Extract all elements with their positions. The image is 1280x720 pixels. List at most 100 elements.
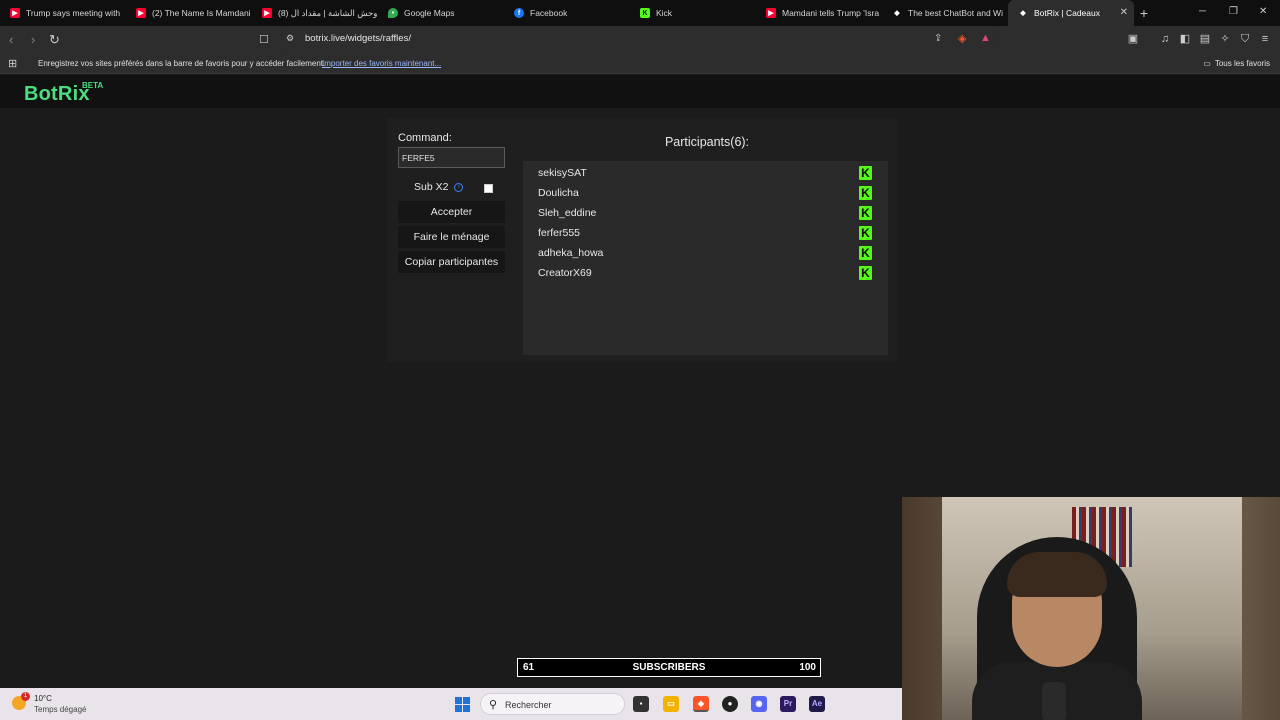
list-item[interactable]: sekisySAT K <box>538 164 873 182</box>
tab-4[interactable]: • Google Maps <box>378 0 504 26</box>
tab-title: The best ChatBot and Wi <box>908 8 1003 18</box>
info-icon[interactable]: i <box>454 182 464 192</box>
vpn-icon[interactable]: ⛉ <box>1239 33 1251 45</box>
participant-name: sekisySAT <box>538 167 587 179</box>
brave-browser-icon[interactable]: ◈ <box>693 696 709 712</box>
kick-icon: K <box>859 246 872 260</box>
list-item[interactable]: ferfer555 K <box>538 224 873 242</box>
reload-icon[interactable]: ↻ <box>49 32 60 48</box>
tab-6[interactable]: K Kick <box>630 0 756 26</box>
command-input[interactable] <box>398 147 505 168</box>
taskbar-search[interactable]: ⚲ Rechercher <box>480 693 625 715</box>
subscriber-goal-bar: SUBSCRIBERS 61 100 <box>517 658 821 677</box>
tab-7[interactable]: ▶ Mamdani tells Trump 'Isra <box>756 0 882 26</box>
close-icon[interactable]: ✕ <box>1120 7 1128 18</box>
tab-2[interactable]: ▶ (2) The Name Is Mamdani <box>126 0 252 26</box>
facebook-icon: f <box>514 8 524 18</box>
search-placeholder: Rechercher <box>505 700 552 710</box>
new-tab-button[interactable]: + <box>1134 5 1154 21</box>
bookmark-icon[interactable]: ☐ <box>259 33 269 46</box>
tab-title: (8) وحش الشاشة | مقداد ال <box>278 7 378 18</box>
tab-3[interactable]: ▶ (8) وحش الشاشة | مقداد ال <box>252 0 378 26</box>
windows-start-icon[interactable] <box>455 697 470 712</box>
tab-1[interactable]: ▶ Trump says meeting with <box>0 0 126 26</box>
tab-5[interactable]: f Facebook <box>504 0 630 26</box>
minimize-icon[interactable]: ─ <box>1199 6 1206 17</box>
all-bookmarks-button[interactable]: ▭ Tous les favoris <box>1203 59 1270 68</box>
kick-icon: K <box>859 166 872 180</box>
url-field[interactable]: ⚙ botrix.live/widgets/raffles/ ⇪ ◈ ▲ <box>280 29 1000 50</box>
windows-taskbar: 1 10°C Temps dégagé ⚲ Rechercher ▪ ▭ ◈ ●… <box>0 688 902 720</box>
tab-title: Google Maps <box>404 8 455 18</box>
window-close-icon[interactable]: ✕ <box>1259 6 1267 17</box>
botrix-logo[interactable]: BotRix <box>24 83 90 106</box>
tab-title: Kick <box>656 8 673 18</box>
forward-icon[interactable]: › <box>31 32 35 47</box>
participant-name: ferfer555 <box>538 227 581 239</box>
participants-title: Participants(6): <box>664 135 750 149</box>
brave-rewards-icon[interactable]: ▲ <box>980 32 991 44</box>
botrix-icon: ◆ <box>1020 10 1026 17</box>
after-effects-icon[interactable]: Ae <box>809 696 825 712</box>
panel-icon[interactable]: ◧ <box>1179 33 1191 45</box>
tab-strip: ▶ Trump says meeting with ▶ (2) The Name I… <box>0 0 1280 26</box>
tab-title: (2) The Name Is Mamdani <box>152 8 251 18</box>
list-item[interactable]: Doulicha K <box>538 184 873 202</box>
tab-8[interactable]: ◆ The best ChatBot and Wi <box>882 0 1008 26</box>
leo-ai-icon[interactable]: ✧ <box>1219 33 1231 45</box>
sub-x2-label: Sub X2 <box>414 181 449 193</box>
weather-description: Temps dégagé <box>34 705 87 714</box>
share-icon[interactable]: ⇪ <box>934 33 942 44</box>
url-text: botrix.live/widgets/raffles/ <box>305 33 411 44</box>
temperature: 10°C <box>34 694 52 703</box>
tab-active[interactable]: ◆ BotRix | Cadeaux ✕ <box>1008 0 1134 26</box>
youtube-icon: ▶ <box>10 8 20 18</box>
raffle-panel: Command: Sub X2 i Accepter Faire le ména… <box>387 118 897 362</box>
list-item[interactable]: adheka_howa K <box>538 244 873 262</box>
list-item[interactable]: Sleh_eddine K <box>538 204 873 222</box>
clear-button[interactable]: Faire le ménage <box>398 226 505 248</box>
apps-grid-icon[interactable]: ⊞ <box>8 57 17 70</box>
all-bookmarks-label: Tous les favoris <box>1214 59 1270 68</box>
microphone <box>1042 682 1066 720</box>
sub-x2-checkbox[interactable] <box>484 184 493 193</box>
list-item[interactable]: CreatorX69 K <box>538 264 873 282</box>
kick-icon: K <box>859 266 872 280</box>
raffle-controls: Command: Sub X2 i Accepter Faire le ména… <box>387 118 517 362</box>
site-header: BotRix BETA <box>0 75 1280 108</box>
tab-title: Trump says meeting with <box>26 8 121 18</box>
accept-button[interactable]: Accepter <box>398 201 505 223</box>
wallet-icon[interactable]: ▤ <box>1199 33 1211 45</box>
kick-icon: K <box>859 206 872 220</box>
maps-icon: • <box>388 8 398 18</box>
sub-x2-row: Sub X2 i <box>414 181 464 193</box>
bookmarks-bar: ⊞ Enregistrez vos sites préférés dans la… <box>0 53 1280 74</box>
media-icon[interactable]: ♫ <box>1159 33 1171 45</box>
subscriber-current: 61 <box>523 662 535 673</box>
discord-icon[interactable]: ◉ <box>751 696 767 712</box>
file-explorer-icon[interactable]: ▭ <box>663 696 679 712</box>
import-bookmarks-link[interactable]: Importer des favoris maintenant... <box>322 59 441 68</box>
address-bar-row: ‹ › ↻ ☐ ⚙ botrix.live/widgets/raffles/ ⇪… <box>0 26 1280 53</box>
back-icon[interactable]: ‹ <box>9 32 13 47</box>
bookmarks-message: Enregistrez vos sites préférés dans la b… <box>38 59 326 68</box>
kick-icon: K <box>859 186 872 200</box>
obs-icon[interactable]: ● <box>722 696 738 712</box>
task-view-icon[interactable]: ▪ <box>633 696 649 712</box>
tab-title: Facebook <box>530 8 568 18</box>
webcam-feed <box>902 497 1280 720</box>
restore-icon[interactable]: ❐ <box>1229 6 1238 17</box>
menu-icon[interactable]: ≡ <box>1259 33 1271 45</box>
participants-panel: Participants(6): sekisySAT K Doulicha K Sl… <box>523 118 891 362</box>
participant-name: Sleh_eddine <box>538 207 597 219</box>
copy-participants-button[interactable]: Copiar participantes <box>398 251 505 273</box>
tab-title: BotRix | Cadeaux <box>1034 8 1100 18</box>
brave-shields-icon[interactable]: ◈ <box>958 32 966 45</box>
search-icon: ⚲ <box>489 699 498 711</box>
youtube-icon: ▶ <box>766 8 776 18</box>
participants-list: sekisySAT K Doulicha K Sleh_eddine K ferfer… <box>523 161 888 355</box>
sidebar-icon[interactable]: ▣ <box>1127 33 1139 45</box>
premiere-pro-icon[interactable]: Pr <box>780 696 796 712</box>
youtube-icon: ▶ <box>262 8 272 18</box>
site-info-icon[interactable]: ⚙ <box>286 33 294 44</box>
